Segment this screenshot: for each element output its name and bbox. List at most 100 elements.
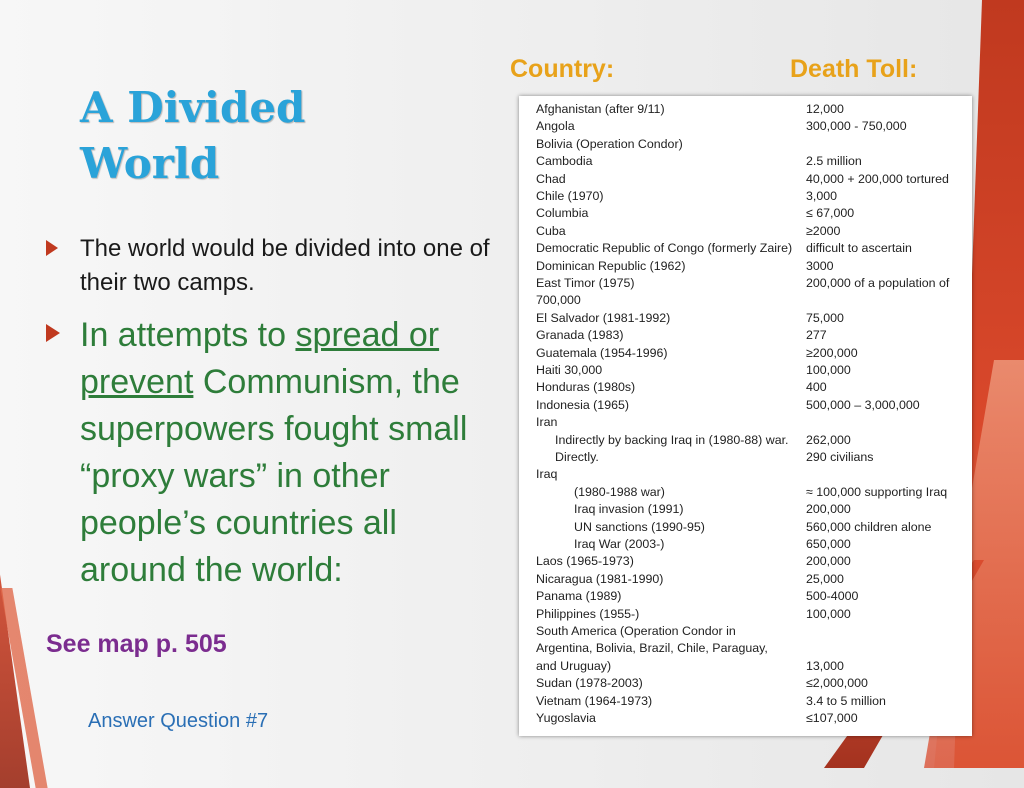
bullet-list: The world would be divided into one of t… [46,232,506,606]
underlined-text: spread or [295,316,440,354]
death-toll-cell: 40,000 + 200,000 tortured [806,171,949,186]
table-row: Afghanistan (after 9/11) 12,000 [519,101,972,118]
table-row: Indirectly by backing Iraq in (1980-88) … [519,432,972,449]
table-row: Angola 300,000 - 750,000 [519,118,972,135]
table-row: Iraq invasion (1991) 200,000 [519,501,972,518]
bullet-item: In attempts to spread or prevent Communi… [46,312,506,594]
country-cell: Haiti 30,000 [536,363,603,377]
table-row: Iraq War (2003-) 650,000 [519,536,972,553]
table-row: Cambodia 2.5 million [519,153,972,170]
country-cell: Sudan (1978-2003) [536,676,643,691]
death-toll-column-header: Death Toll: [790,55,918,83]
death-toll-cell: ≤2,000,000 [806,676,868,691]
table-row: Laos (1965-1973) 200,000 [519,553,972,570]
death-toll-cell: ≤ 67,000 [806,206,855,221]
table-row: Iraq [519,466,972,483]
country-cell: Philippines (1955-) [536,606,640,621]
death-toll-cell: 300,000 - 750,000 [806,119,907,134]
country-cell: Nicaragua (1981-1990) [536,571,664,586]
table-row: Vietnam (1964-1973) 3.4 to 5 million [519,693,972,710]
country-cell: Iraq War (2003-) [574,537,665,551]
slide-title-line: World [80,139,220,188]
country-cell: Granada (1983) [536,328,624,343]
death-toll-cell: 100,000 [806,606,851,621]
table-row: Chad 40,000 + 200,000 tortured [519,171,972,188]
death-toll-cell: 650,000 [806,537,851,551]
death-toll-cell: difficult to ascertain [806,241,912,256]
bullet-item: The world would be divided into one of t… [46,232,506,300]
table-row: Panama (1989) 500-4000 [519,588,972,605]
death-toll-cell: 500-4000 [806,589,859,604]
death-toll-cell: 200,000 [806,554,851,569]
country-cell: Chile (1970) [536,189,604,203]
table-row: Yugoslavia ≤107,000 [519,710,972,727]
table-row: Philippines (1955-) 100,000 [519,606,972,623]
death-toll-cell: 3.4 to 5 million [806,693,886,708]
decorative-stripe [0,528,30,788]
country-cell: Honduras (1980s) [536,380,636,395]
country-cell: and Uruguay) [536,658,612,673]
death-toll-cell: ≤107,000 [806,711,858,725]
death-toll-cell: 200,000 [806,502,851,517]
death-toll-cell: 100,000 [806,363,851,377]
answer-question-note: Answer Question #7 [88,710,269,732]
country-cell: South America (Operation Condor in [536,624,736,638]
country-cell: 700,000 [536,293,581,308]
table-row: El Salvador (1981-1992) 75,000 [519,310,972,327]
table-row: Directly. 290 civilians [519,449,972,466]
death-toll-cell: 75,000 [806,310,844,325]
country-cell: Cuba [536,223,566,238]
country-cell: Vietnam (1964-1973) [536,693,653,708]
country-cell: (1980-1988 war) [574,484,665,499]
table-row: Honduras (1980s) 400 [519,379,972,396]
death-toll-cell: 400 [806,380,827,395]
death-toll-cell: 25,000 [806,571,844,586]
country-cell: Guatemala (1954-1996) [536,345,668,360]
table-row: (1980-1988 war) ≈ 100,000 supporting Iraq [519,484,972,501]
country-cell: Indonesia (1965) [536,397,629,412]
country-cell: Laos (1965-1973) [536,554,634,569]
table-row: UN sanctions (1990-95) 560,000 children a… [519,519,972,536]
arrow-bullet-icon [46,324,60,342]
country-cell: Columbia [536,206,589,221]
death-toll-cell: 262,000 [806,432,851,447]
country-cell: East Timor (1975) [536,276,635,290]
country-cell: Afghanistan (after 9/11) [536,102,665,116]
table-row: Guatemala (1954-1996) ≥200,000 [519,345,972,362]
table-row: Argentina, Bolivia, Brazil, Chile, Parag… [519,640,972,657]
bullet-text: In attempts to spread or prevent Communi… [80,312,506,594]
bullet-text-part: In attempts to [80,316,296,354]
death-toll-cell: 277 [806,328,827,343]
table-row: Columbia ≤ 67,000 [519,205,972,222]
death-toll-cell: 3,000 [806,189,838,203]
death-toll-cell: 13,000 [806,658,844,673]
table-row: Haiti 30,000 100,000 [519,362,972,379]
slide-title-line: A Divided [80,83,306,132]
death-toll-cell: ≥2000 [806,223,841,238]
death-toll-cell: 290 civilians [806,450,874,464]
country-cell: Panama (1989) [536,589,622,604]
bullet-text: The world would be divided into one of t… [80,235,490,296]
country-cell: Democratic Republic of Congo (formerly Z… [536,241,793,256]
country-cell: Directly. [555,450,599,464]
country-cell: Yugoslavia [536,711,596,725]
country-cell: Indirectly by backing Iraq in (1980-88) … [555,432,789,447]
country-cell: Chad [536,171,566,186]
country-cell: Iraq [536,467,558,482]
decorative-stripe [0,588,48,788]
table-row: Granada (1983) 277 [519,327,972,344]
table-row: Democratic Republic of Congo (formerly Z… [519,240,972,257]
see-map-note: See map p. 505 [46,630,227,658]
country-cell: Bolivia (Operation Condor) [536,136,683,151]
table-row: Indonesia (1965) 500,000 – 3,000,000 [519,397,972,414]
country-cell: Cambodia [536,154,593,169]
table-row: South America (Operation Condor in [519,623,972,640]
table-row: East Timor (1975) 200,000 of a population… [519,275,972,292]
death-toll-cell: 3000 [806,258,834,273]
arrow-bullet-icon [46,240,58,256]
table-row: and Uruguay) 13,000 [519,658,972,675]
death-toll-cell: ≥200,000 [806,345,858,360]
table-row: Sudan (1978-2003) ≤2,000,000 [519,675,972,692]
country-cell: Iran [536,415,558,430]
death-toll-cell: 500,000 – 3,000,000 [806,397,920,412]
